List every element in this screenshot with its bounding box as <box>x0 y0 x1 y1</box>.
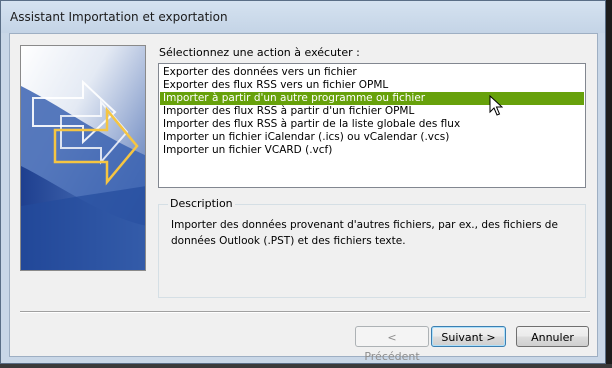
background-window-edge <box>606 0 612 368</box>
back-button[interactable]: < Précédent <box>355 326 429 363</box>
import-export-wizard-dialog: Assistant Importation et exportation Sél… <box>0 0 606 364</box>
list-item[interactable]: Importer des flux RSS à partir d'un fich… <box>160 105 584 118</box>
cancel-button[interactable]: Annuler <box>516 326 589 347</box>
button-separator <box>20 311 590 313</box>
title-bar[interactable]: Assistant Importation et exportation <box>1 1 605 33</box>
mouse-cursor-icon <box>489 95 503 116</box>
next-button[interactable]: Suivant > <box>431 326 506 347</box>
description-groupbox: Description Importer des données provena… <box>158 197 586 298</box>
list-item[interactable]: Importer un fichier VCARD (.vcf) <box>160 144 584 157</box>
list-item[interactable]: Importer un fichier iCalendar (.ics) ou … <box>160 131 584 144</box>
description-legend: Description <box>168 197 235 210</box>
action-listbox[interactable]: Exporter des données vers un fichier Exp… <box>158 63 586 188</box>
background-window-edge-bottom <box>0 364 612 368</box>
list-item[interactable]: Exporter des flux RSS vers un fichier OP… <box>160 79 584 92</box>
wizard-arrow-graphic <box>21 46 145 270</box>
window-title: Assistant Importation et exportation <box>10 10 228 24</box>
action-prompt-label: Sélectionnez une action à exécuter : <box>159 46 360 59</box>
list-item-selected[interactable]: Importer à partir d'un autre programme o… <box>160 92 584 105</box>
wizard-illustration <box>20 45 146 271</box>
description-text: Importer des données provenant d'autres … <box>171 219 558 247</box>
list-item[interactable]: Exporter des données vers un fichier <box>160 66 584 79</box>
dialog-client-area: Sélectionnez une action à exécuter : Exp… <box>9 33 598 363</box>
list-item[interactable]: Importer des flux RSS à partir de la lis… <box>160 118 584 131</box>
